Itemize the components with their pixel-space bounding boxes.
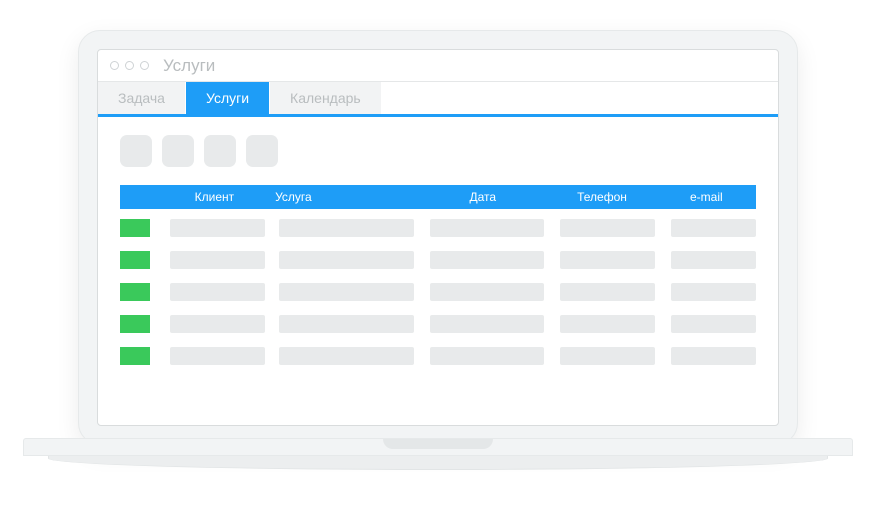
cell-email bbox=[671, 347, 756, 365]
cell-client bbox=[170, 315, 265, 333]
table-row[interactable] bbox=[120, 283, 756, 301]
laptop-frame: Услуги Задача Услуги Календарь Клиент Ус… bbox=[78, 30, 798, 480]
column-email: e-mail bbox=[657, 190, 756, 204]
cell-date bbox=[430, 219, 545, 237]
cell-client bbox=[170, 219, 265, 237]
toolbar-button-3[interactable] bbox=[204, 135, 236, 167]
minimize-icon[interactable] bbox=[125, 61, 134, 70]
app-window: Услуги Задача Услуги Календарь Клиент Ус… bbox=[97, 49, 779, 426]
cell-date bbox=[430, 347, 545, 365]
cell-client bbox=[170, 283, 265, 301]
cell-phone bbox=[560, 251, 655, 269]
tab-bar: Задача Услуги Календарь bbox=[98, 82, 778, 117]
titlebar: Услуги bbox=[98, 50, 778, 82]
status-indicator bbox=[120, 315, 150, 333]
close-icon[interactable] bbox=[110, 61, 119, 70]
cell-email bbox=[671, 283, 756, 301]
table-row[interactable] bbox=[120, 315, 756, 333]
window-title: Услуги bbox=[163, 56, 215, 76]
cell-phone bbox=[560, 315, 655, 333]
laptop-base bbox=[23, 438, 853, 480]
cell-email bbox=[671, 251, 756, 269]
cell-service bbox=[279, 251, 414, 269]
table-header: Клиент Услуга Дата Телефон e-mail bbox=[120, 185, 756, 209]
cell-phone bbox=[560, 347, 655, 365]
cell-phone bbox=[560, 283, 655, 301]
cell-date bbox=[430, 283, 545, 301]
screen-bezel: Услуги Задача Услуги Календарь Клиент Ус… bbox=[78, 30, 798, 445]
tab-services[interactable]: Услуги bbox=[186, 82, 270, 114]
table-row[interactable] bbox=[120, 251, 756, 269]
toolbar-button-1[interactable] bbox=[120, 135, 152, 167]
status-indicator bbox=[120, 251, 150, 269]
cell-service bbox=[279, 283, 414, 301]
tab-calendar[interactable]: Календарь bbox=[270, 82, 382, 114]
status-indicator bbox=[120, 219, 150, 237]
cell-phone bbox=[560, 219, 655, 237]
column-date: Дата bbox=[418, 190, 547, 204]
window-controls bbox=[110, 61, 149, 70]
cell-email bbox=[671, 219, 756, 237]
content-area: Клиент Услуга Дата Телефон e-mail bbox=[98, 117, 778, 389]
cell-client bbox=[170, 347, 265, 365]
cell-email bbox=[671, 315, 756, 333]
column-client: Клиент bbox=[160, 190, 269, 204]
cell-service bbox=[279, 347, 414, 365]
toolbar-button-2[interactable] bbox=[162, 135, 194, 167]
toolbar-button-4[interactable] bbox=[246, 135, 278, 167]
cell-service bbox=[279, 219, 414, 237]
column-service: Услуга bbox=[269, 190, 418, 204]
status-indicator bbox=[120, 347, 150, 365]
cell-date bbox=[430, 251, 545, 269]
cell-date bbox=[430, 315, 545, 333]
cell-service bbox=[279, 315, 414, 333]
maximize-icon[interactable] bbox=[140, 61, 149, 70]
table-row[interactable] bbox=[120, 347, 756, 365]
table-row[interactable] bbox=[120, 219, 756, 237]
toolbar bbox=[120, 135, 756, 167]
laptop-notch bbox=[383, 439, 493, 449]
column-status bbox=[120, 190, 160, 204]
tab-task[interactable]: Задача bbox=[98, 82, 186, 114]
cell-client bbox=[170, 251, 265, 269]
column-phone: Телефон bbox=[547, 190, 656, 204]
status-indicator bbox=[120, 283, 150, 301]
table-body bbox=[120, 209, 756, 365]
